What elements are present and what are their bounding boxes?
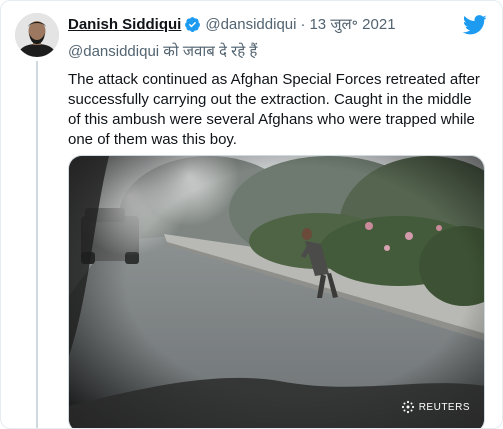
reuters-label: REUTERS bbox=[418, 401, 470, 413]
tweet-header: Danish Siddiqui @dansiddiqui · 13 जुल॰ 2… bbox=[68, 14, 396, 34]
avatar[interactable] bbox=[15, 13, 59, 57]
reuters-logo-icon bbox=[401, 400, 414, 414]
verified-badge-icon bbox=[185, 16, 201, 32]
tweet-date[interactable]: 13 जुल॰ 2021 bbox=[309, 14, 395, 34]
media-watermark: REUTERS bbox=[401, 400, 470, 414]
reply-context[interactable]: @dansiddiqui को जवाब दे रहे हैं bbox=[68, 41, 257, 61]
separator-dot: · bbox=[300, 15, 306, 33]
tweet-text: The attack continued as Afghan Special F… bbox=[68, 71, 480, 148]
tweet-media-photo[interactable]: REUTERS bbox=[68, 155, 485, 428]
embedded-tweet: Danish Siddiqui @dansiddiqui · 13 जुल॰ 2… bbox=[0, 0, 503, 429]
author-handle[interactable]: @dansiddiqui bbox=[205, 16, 296, 33]
author-name[interactable]: Danish Siddiqui bbox=[68, 16, 181, 33]
twitter-bird-icon[interactable] bbox=[463, 15, 487, 35]
thread-line bbox=[36, 61, 38, 428]
